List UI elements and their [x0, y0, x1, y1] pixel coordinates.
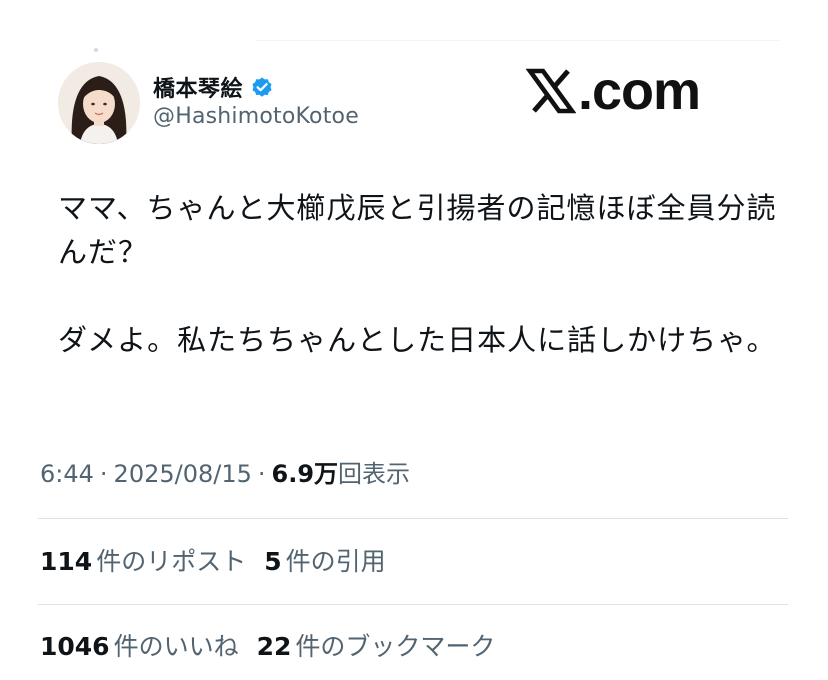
reposts-stat[interactable]: 114 件のリポスト — [40, 542, 246, 578]
tweet-paragraph: ダメよ。私たちちゃんとした日本人に話しかけちゃ。 — [58, 323, 777, 357]
author-row: 橋本琴絵 — [153, 70, 274, 104]
views-count: 6.9万 — [271, 460, 339, 488]
stats-row-likes: 1046 件のいいね 22 件のブックマーク — [40, 627, 513, 663]
tweet-meta: 6:44 · 2025/08/15 · 6.9万 回表示 — [40, 454, 410, 489]
x-com-logo: .com — [525, 61, 701, 121]
stats-row-reposts: 114 件のリポスト 5 件の引用 — [40, 542, 404, 578]
tweet-time[interactable]: 6:44 — [40, 460, 94, 488]
stats-divider — [38, 604, 788, 605]
author-handle[interactable]: @HashimotoKotoe — [153, 104, 359, 129]
likes-stat[interactable]: 1046 件のいいね — [40, 627, 239, 663]
tweet-card: 橋本琴絵 @HashimotoKotoe .com ママ、ちゃんと大櫛戊辰と引揚… — [0, 0, 828, 680]
verified-badge-icon — [250, 75, 274, 99]
tweet-paragraph: ママ、ちゃんと大櫛戊辰と引揚者の記憶ほぼ全員分読んだ？ — [58, 191, 777, 269]
meta-separator: · — [99, 460, 108, 488]
indicator-dot — [94, 48, 98, 52]
avatar[interactable] — [58, 62, 140, 144]
reposts-count: 114 — [40, 547, 93, 576]
likes-label: 件のいいね — [113, 632, 239, 661]
tweet-text: ママ、ちゃんと大櫛戊辰と引揚者の記憶ほぼ全員分読んだ？ ダメよ。私たちちゃんとし… — [58, 186, 778, 362]
top-divider — [255, 40, 780, 41]
x-logo-icon — [525, 66, 577, 116]
likes-count: 1046 — [40, 632, 110, 661]
x-com-wordmark: .com — [578, 61, 701, 121]
bookmarks-stat[interactable]: 22 件のブックマーク — [257, 627, 496, 663]
bookmarks-count: 22 — [256, 632, 292, 661]
bookmarks-label: 件のブックマーク — [295, 632, 496, 661]
quotes-stat[interactable]: 5 件の引用 — [264, 542, 385, 578]
quotes-count: 5 — [264, 547, 282, 576]
views-label: 回表示 — [338, 460, 411, 488]
meta-separator: · — [257, 460, 266, 488]
stats-divider — [38, 518, 788, 519]
reposts-label: 件のリポスト — [96, 547, 247, 576]
tweet-date[interactable]: 2025/08/15 — [114, 460, 252, 488]
quotes-label: 件の引用 — [285, 547, 386, 576]
avatar-image — [58, 62, 140, 144]
display-name[interactable]: 橋本琴絵 — [153, 71, 243, 103]
